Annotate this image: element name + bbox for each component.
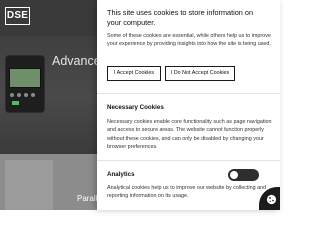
site-lower-image	[5, 160, 53, 210]
device-button	[17, 93, 21, 97]
divider	[97, 93, 280, 94]
divider	[97, 160, 280, 161]
analytics-heading: Analytics	[107, 171, 135, 178]
necessary-cookies-text: Necessary cookies enable core functional…	[107, 119, 272, 150]
toggle-knob	[230, 171, 238, 179]
device-button	[31, 93, 35, 97]
device-status-led	[12, 101, 19, 105]
necessary-cookies-heading: Necessary Cookies	[107, 104, 164, 111]
accept-cookies-button[interactable]: I Accept Cookies	[107, 66, 161, 81]
analytics-toggle[interactable]	[228, 169, 259, 181]
device-button	[24, 93, 28, 97]
cookie-intro-text: Some of these cookies are essential, whi…	[107, 33, 271, 48]
cookie-title: This site uses cookies to store informat…	[107, 8, 254, 27]
cookie-consent-panel: This site uses cookies to store informat…	[97, 0, 280, 210]
device-button	[10, 93, 14, 97]
controller-device-screen	[9, 68, 41, 88]
decline-cookies-button[interactable]: I Do Not Accept Cookies	[165, 66, 235, 81]
dse-logo[interactable]: DSE	[5, 7, 30, 25]
cookie-icon	[266, 194, 277, 205]
analytics-text: Analytical cookies help us to improve ou…	[107, 185, 267, 200]
